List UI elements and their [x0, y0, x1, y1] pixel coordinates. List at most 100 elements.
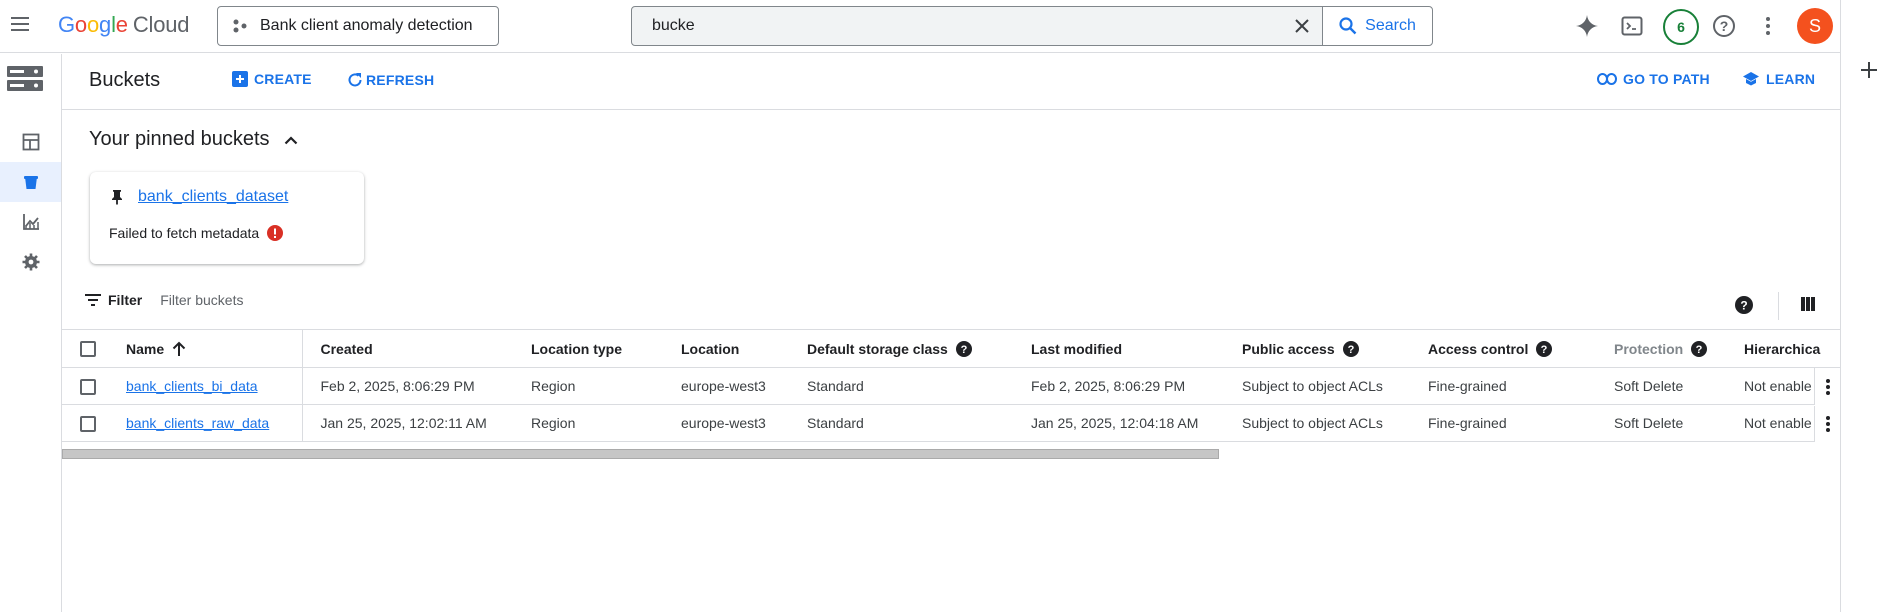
column-header-hierarchical[interactable]: Hierarchica — [1726, 329, 1840, 368]
svg-text:?: ? — [1740, 299, 1747, 313]
search-input[interactable] — [632, 7, 1282, 45]
right-rail — [1840, 0, 1897, 612]
column-public-access-label: Public access — [1242, 340, 1335, 357]
column-protection-label: Protection — [1614, 340, 1684, 357]
table-help-button[interactable]: ? — [1735, 296, 1753, 314]
svg-text:?: ? — [1347, 344, 1354, 356]
clear-search-button[interactable] — [1282, 7, 1322, 45]
pinned-bucket-link[interactable]: bank_clients_dataset — [138, 188, 288, 206]
nav-buckets[interactable] — [0, 162, 61, 202]
page-title: Buckets — [89, 69, 161, 91]
search-icon — [1339, 17, 1357, 35]
learn-button[interactable]: LEARN — [1742, 71, 1815, 87]
cell-location: europe-west3 — [663, 404, 789, 442]
column-header-last-modified[interactable]: Last modified — [1013, 329, 1224, 368]
pinned-buckets-title: Your pinned buckets — [89, 128, 270, 150]
column-header-location[interactable]: Location — [663, 329, 789, 368]
column-header-default-storage-class[interactable]: Default storage class ? — [789, 329, 1013, 368]
cell-created: Feb 2, 2025, 8:06:29 PM — [302, 367, 513, 405]
row-checkbox[interactable] — [80, 378, 96, 395]
help-icon: ? — [1691, 340, 1708, 357]
help-button[interactable]: ? — [1710, 12, 1738, 40]
cell-storage-class: Standard — [789, 367, 1013, 405]
notifications-badge[interactable]: 6 — [1663, 9, 1699, 45]
more-options-button[interactable] — [1754, 12, 1782, 40]
bucket-name-link[interactable]: bank_clients_bi_data — [126, 378, 258, 394]
cloud-shell-button[interactable] — [1618, 12, 1646, 40]
svg-text:?: ? — [960, 344, 967, 356]
left-navigation — [0, 54, 62, 612]
column-header-public-access[interactable]: Public access ? — [1224, 329, 1410, 368]
add-box-icon — [232, 71, 248, 87]
toolbar-divider — [1778, 292, 1779, 320]
kebab-icon — [1766, 17, 1770, 35]
bucket-icon — [23, 176, 38, 189]
close-icon — [1295, 19, 1309, 33]
sort-ascending-icon — [172, 341, 186, 356]
nav-overview[interactable] — [0, 122, 61, 162]
cell-storage-class: Standard — [789, 404, 1013, 442]
row-actions-button[interactable] — [1814, 368, 1840, 405]
chart-icon — [22, 214, 39, 230]
terminal-icon — [1621, 16, 1643, 36]
chevron-up-icon — [284, 135, 297, 144]
refresh-icon — [348, 73, 362, 87]
link-icon — [1597, 73, 1617, 85]
column-display-options-button[interactable] — [1800, 296, 1816, 312]
search-button-label: Search — [1365, 17, 1416, 34]
column-header-created[interactable]: Created — [302, 329, 513, 368]
sparkle-icon — [1576, 15, 1598, 37]
pin-icon — [112, 190, 122, 205]
cell-public-access: Subject to object ACLs — [1224, 404, 1410, 442]
help-icon: ? — [1536, 340, 1553, 357]
google-cloud-logo[interactable]: Google Cloud — [58, 12, 189, 38]
select-all-checkbox[interactable] — [80, 341, 96, 358]
svg-text:?: ? — [1696, 344, 1703, 356]
nav-settings[interactable] — [0, 242, 61, 282]
gemini-button[interactable] — [1573, 12, 1601, 40]
filter-label: Filter — [108, 292, 143, 308]
go-to-path-button[interactable]: GO TO PATH — [1597, 71, 1710, 87]
cell-protection: Soft Delete — [1596, 367, 1726, 405]
pinned-bucket-card: bank_clients_dataset Failed to fetch met… — [90, 172, 364, 264]
help-icon: ? — [1735, 296, 1753, 314]
column-header-protection[interactable]: Protection ? — [1596, 329, 1726, 368]
plus-icon — [1861, 62, 1877, 78]
cell-location-type: Region — [513, 404, 663, 442]
column-header-location-type[interactable]: Location type — [513, 329, 663, 368]
horizontal-scrollbar[interactable] — [62, 449, 1219, 459]
column-header-access-control[interactable]: Access control ? — [1410, 329, 1596, 368]
create-button[interactable]: CREATE — [232, 71, 312, 87]
row-checkbox[interactable] — [80, 415, 96, 432]
filter-icon — [85, 294, 101, 306]
cell-last-modified: Feb 2, 2025, 8:06:29 PM — [1013, 367, 1224, 405]
column-access-control-label: Access control — [1428, 340, 1529, 357]
view-column-icon — [1801, 297, 1815, 311]
cloud-storage-product-icon[interactable] — [6, 64, 44, 94]
project-picker[interactable]: Bank client anomaly detection — [217, 6, 499, 46]
refresh-label: REFRESH — [366, 72, 435, 88]
kebab-icon — [1825, 378, 1830, 395]
bucket-name-link[interactable]: bank_clients_raw_data — [126, 415, 269, 431]
column-name-label: Name — [126, 340, 165, 357]
add-panel-button[interactable] — [1859, 60, 1879, 80]
account-avatar[interactable]: S — [1797, 8, 1833, 44]
pinned-buckets-section-toggle[interactable]: Your pinned buckets — [89, 128, 298, 151]
cell-access-control: Fine-grained — [1410, 367, 1596, 405]
school-icon — [1743, 72, 1759, 86]
refresh-button[interactable]: REFRESH — [346, 71, 434, 89]
nav-monitoring[interactable] — [0, 202, 61, 242]
search-button[interactable]: Search — [1322, 7, 1432, 45]
column-header-name[interactable]: Name — [108, 329, 303, 368]
svg-text:?: ? — [1720, 18, 1729, 34]
cell-public-access: Subject to object ACLs — [1224, 367, 1410, 405]
filter-bar: Filter — [84, 292, 461, 308]
main-menu-button[interactable] — [8, 12, 32, 36]
top-bar: Google Cloud Bank client anomaly detectio… — [0, 0, 1840, 53]
table-header-row: Name Created Location type Location Defa… — [62, 329, 1840, 368]
row-actions-button[interactable] — [1814, 406, 1840, 442]
go-to-path-label: GO TO PATH — [1623, 71, 1710, 87]
filter-buckets-input[interactable] — [160, 292, 461, 308]
buckets-table: Name Created Location type Location Defa… — [62, 329, 1840, 442]
project-icon — [233, 19, 247, 33]
